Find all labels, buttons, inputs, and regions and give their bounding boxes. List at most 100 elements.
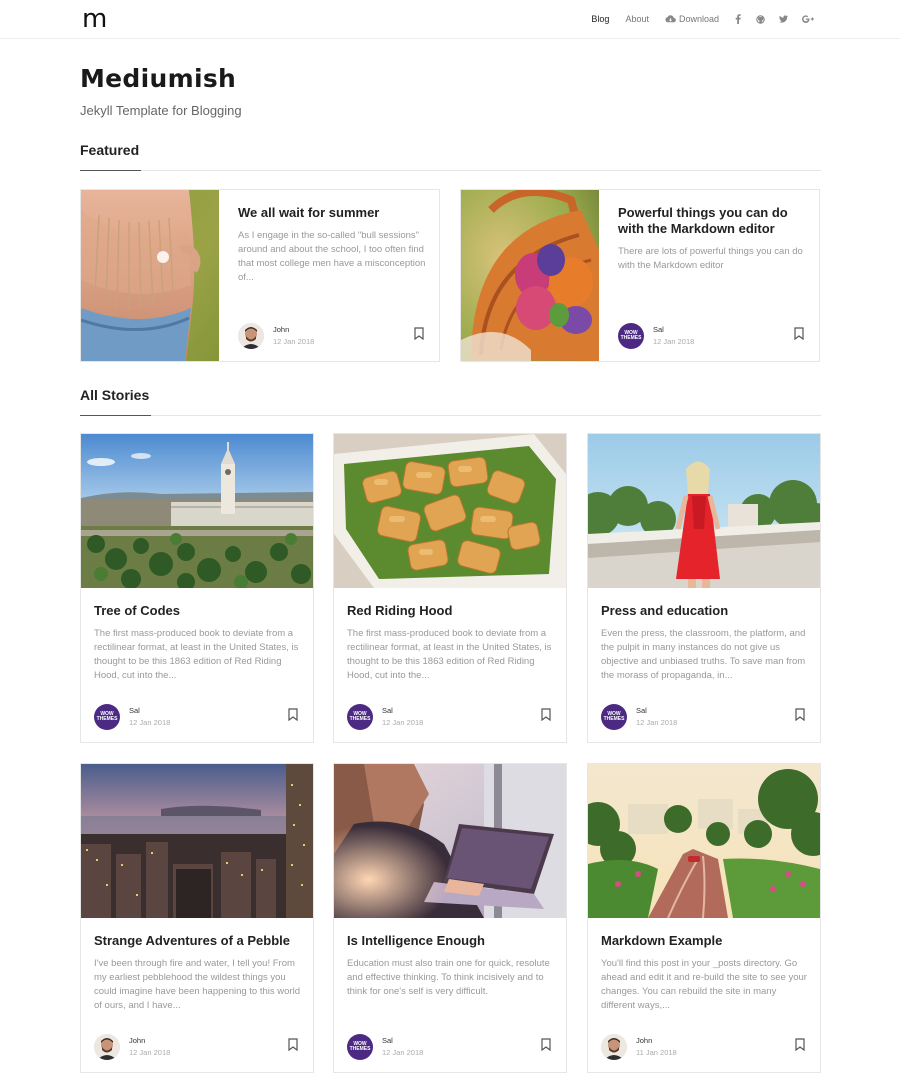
story-card-title[interactable]: Strange Adventures of a Pebble: [94, 933, 304, 948]
facebook-icon[interactable]: [733, 14, 742, 24]
avatar[interactable]: WOW THEMES: [618, 323, 644, 349]
story-card-excerpt: You'll find this post in your _posts dir…: [601, 958, 807, 1011]
nav-item-blog[interactable]: Blog: [591, 14, 609, 24]
featured-card[interactable]: We all wait for summer As I engage in th…: [80, 189, 440, 362]
cloud-download-icon: [665, 15, 676, 23]
featured-card-image[interactable]: [461, 190, 599, 361]
featured-card[interactable]: Powerful things you can do with the Mark…: [460, 189, 820, 362]
post-meta: John 12 Jan 2018: [94, 1032, 302, 1062]
avatar[interactable]: WOW THEMES: [347, 1034, 373, 1060]
story-card-image[interactable]: [81, 434, 313, 588]
bookmark-icon[interactable]: [795, 708, 805, 721]
avatar-badge-text: WOW THEMES: [604, 712, 625, 722]
bookmark-icon[interactable]: [288, 708, 298, 721]
bookmark-icon[interactable]: [794, 327, 804, 340]
story-card[interactable]: Press and education Even the press, the …: [587, 433, 821, 743]
featured-card-excerpt: As I engage in the so-called "bull sessi…: [238, 230, 426, 283]
story-card-title[interactable]: Tree of Codes: [94, 603, 304, 618]
bookmark-icon[interactable]: [795, 1038, 805, 1051]
story-card-excerpt: I've been through fire and water, I tell…: [94, 958, 300, 1011]
post-date: 12 Jan 2018: [636, 718, 678, 727]
avatar-badge-text: WOW THEMES: [350, 712, 371, 722]
site-description: Jekyll Template for Blogging: [80, 103, 242, 118]
site-title: Mediumish: [80, 64, 237, 93]
featured-card-image[interactable]: [81, 190, 219, 361]
author-name[interactable]: Sal: [129, 706, 140, 715]
navbar: m Blog About Download: [0, 0, 900, 39]
github-icon[interactable]: [756, 14, 765, 24]
story-card[interactable]: Tree of Codes The first mass-produced bo…: [80, 433, 314, 743]
story-card[interactable]: Red Riding Hood The first mass-produced …: [333, 433, 567, 743]
post-meta: WOW THEMES Sal 12 Jan 2018: [94, 702, 302, 732]
avatar-badge-line2: THEMES: [603, 716, 625, 722]
twitter-icon[interactable]: [779, 15, 788, 24]
featured-heading-label: Featured: [80, 142, 141, 171]
story-card-image[interactable]: [334, 764, 566, 918]
story-card-excerpt: Education must also train one for quick,…: [347, 958, 550, 997]
story-card-image[interactable]: [334, 434, 566, 588]
post-meta: WOW THEMES Sal 12 Jan 2018: [347, 1032, 555, 1062]
nav-item-download[interactable]: Download: [665, 14, 719, 24]
avatar[interactable]: WOW THEMES: [94, 704, 120, 730]
author-name[interactable]: John: [129, 1036, 145, 1045]
post-meta: WOW THEMES Sal 12 Jan 2018: [347, 702, 555, 732]
avatar-badge-line2: THEMES: [349, 716, 371, 722]
post-date: 12 Jan 2018: [129, 1048, 171, 1057]
author-name[interactable]: Sal: [382, 706, 393, 715]
bookmark-icon[interactable]: [414, 327, 424, 340]
avatar-badge-text: WOW THEMES: [621, 331, 642, 341]
post-meta: WOW THEMES Sal 12 Jan 2018: [618, 321, 808, 351]
story-card[interactable]: Is Intelligence Enough Education must al…: [333, 763, 567, 1073]
avatar-badge-line2: THEMES: [620, 335, 642, 341]
avatar[interactable]: [94, 1034, 120, 1060]
story-card-excerpt: The first mass-produced book to deviate …: [347, 628, 552, 681]
featured-card-title[interactable]: We all wait for summer: [238, 205, 428, 221]
post-meta: John 11 Jan 2018: [601, 1032, 809, 1062]
featured-heading: Featured: [80, 142, 821, 171]
avatar[interactable]: WOW THEMES: [347, 704, 373, 730]
avatar[interactable]: [601, 1034, 627, 1060]
author-name[interactable]: John: [636, 1036, 652, 1045]
all-stories-heading-label: All Stories: [80, 387, 151, 416]
story-card-title[interactable]: Red Riding Hood: [347, 603, 557, 618]
story-card-title[interactable]: Is Intelligence Enough: [347, 933, 557, 948]
post-date: 12 Jan 2018: [129, 718, 171, 727]
avatar[interactable]: WOW THEMES: [601, 704, 627, 730]
author-name[interactable]: Sal: [636, 706, 647, 715]
author-name[interactable]: Sal: [653, 325, 664, 334]
avatar-badge-text: WOW THEMES: [350, 1042, 371, 1052]
site-logo[interactable]: m: [82, 4, 107, 34]
post-date: 12 Jan 2018: [382, 1048, 424, 1057]
avatar-badge-line2: THEMES: [349, 1046, 371, 1052]
author-name[interactable]: Sal: [382, 1036, 393, 1045]
bookmark-icon[interactable]: [541, 708, 551, 721]
post-date: 12 Jan 2018: [382, 718, 424, 727]
story-card[interactable]: Markdown Example You'll find this post i…: [587, 763, 821, 1073]
avatar-badge-line2: THEMES: [96, 716, 118, 722]
story-card[interactable]: Strange Adventures of a Pebble I've been…: [80, 763, 314, 1073]
story-card-image[interactable]: [81, 764, 313, 918]
story-card-excerpt: Even the press, the classroom, the platf…: [601, 628, 806, 681]
story-card-title[interactable]: Press and education: [601, 603, 811, 618]
story-card-title[interactable]: Markdown Example: [601, 933, 811, 948]
featured-card-excerpt: There are lots of powerful things you ca…: [618, 246, 803, 271]
bookmark-icon[interactable]: [288, 1038, 298, 1051]
post-date: 11 Jan 2018: [636, 1048, 677, 1057]
post-meta: WOW THEMES Sal 12 Jan 2018: [601, 702, 809, 732]
nav-item-about[interactable]: About: [625, 14, 649, 24]
post-date: 12 Jan 2018: [273, 337, 315, 346]
author-name[interactable]: John: [273, 325, 289, 334]
nav-item-download-label: Download: [678, 14, 719, 24]
avatar[interactable]: [238, 323, 264, 349]
featured-card-title[interactable]: Powerful things you can do with the Mark…: [618, 205, 808, 237]
story-card-image[interactable]: [588, 434, 820, 588]
nav-menu: Blog About Download: [575, 14, 814, 24]
story-card-excerpt: The first mass-produced book to deviate …: [94, 628, 299, 681]
google-plus-icon[interactable]: [802, 15, 814, 24]
all-stories-heading: All Stories: [80, 387, 821, 416]
post-date: 12 Jan 2018: [653, 337, 695, 346]
post-meta: John 12 Jan 2018: [238, 321, 428, 351]
bookmark-icon[interactable]: [541, 1038, 551, 1051]
story-card-image[interactable]: [588, 764, 820, 918]
avatar-badge-text: WOW THEMES: [97, 712, 118, 722]
